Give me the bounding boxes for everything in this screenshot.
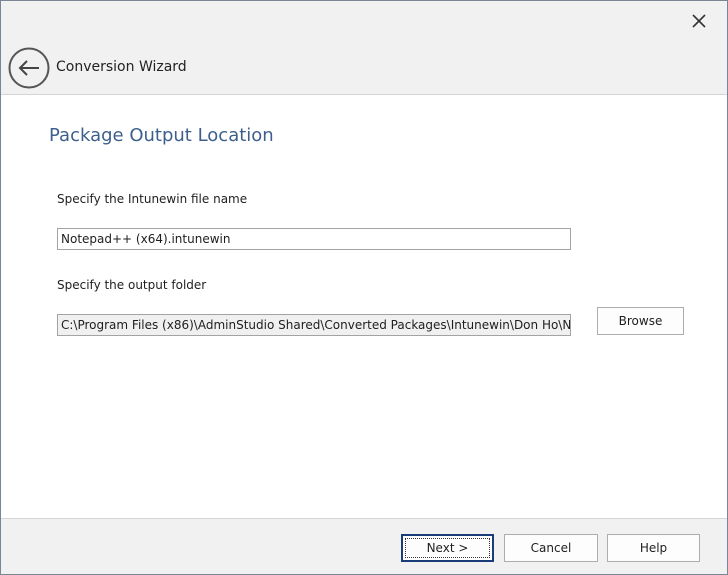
- cancel-button-label: Cancel: [530, 541, 572, 555]
- cancel-button[interactable]: Cancel: [504, 534, 598, 562]
- file-name-input[interactable]: [57, 228, 571, 250]
- browse-button-label: Browse: [618, 314, 663, 328]
- output-folder-label: Specify the output folder: [57, 278, 207, 292]
- wizard-header: Conversion Wizard: [1, 1, 727, 95]
- file-name-label: Specify the Intunewin file name: [57, 192, 248, 206]
- focus-rectangle: [405, 538, 490, 558]
- help-button[interactable]: Help: [607, 534, 700, 562]
- next-button[interactable]: Next >: [401, 534, 494, 562]
- back-arrow-icon: [8, 47, 50, 89]
- back-button[interactable]: [8, 47, 50, 89]
- wizard-title: Conversion Wizard: [56, 59, 187, 75]
- close-button[interactable]: [685, 9, 713, 33]
- close-icon: [692, 14, 706, 28]
- conversion-wizard-window: Conversion Wizard Package Output Locatio…: [0, 0, 728, 575]
- wizard-footer: Next > Cancel Help: [1, 518, 727, 574]
- browse-button[interactable]: Browse: [597, 307, 684, 335]
- output-folder-input[interactable]: C:\Program Files (x86)\AdminStudio Share…: [57, 314, 571, 336]
- page-title: Package Output Location: [49, 125, 274, 146]
- help-button-label: Help: [639, 541, 668, 555]
